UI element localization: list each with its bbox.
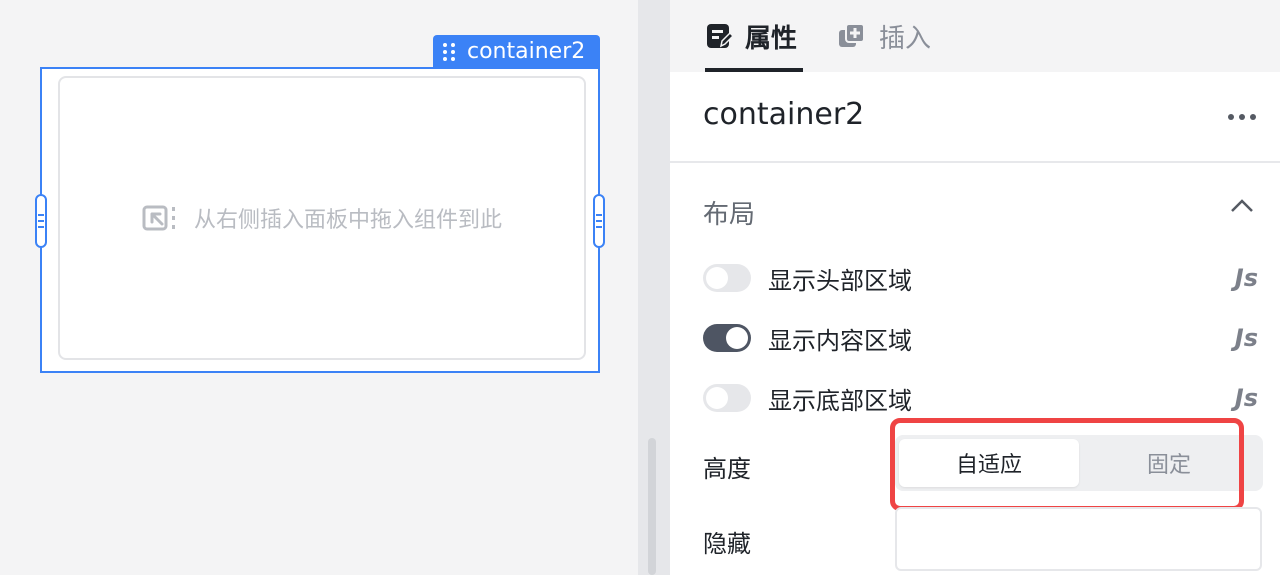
selected-container[interactable]: 从右侧插入面板中拖入组件到此 — [35, 67, 605, 373]
show-footer-label: 显示底部区域 — [768, 386, 912, 415]
panel-tabs: 属性 插入 — [670, 0, 1280, 72]
tab-insert-label: 插入 — [879, 23, 932, 54]
active-tab-indicator — [705, 68, 803, 72]
resize-handle-left[interactable] — [35, 194, 47, 248]
chevron-up-icon[interactable] — [1230, 198, 1254, 218]
empty-hint-text: 从右侧插入面板中拖入组件到此 — [193, 208, 502, 233]
js-binding-button[interactable]: Js — [1235, 264, 1258, 292]
panel-splitter[interactable] — [638, 0, 670, 575]
toggle-row-header: 显示头部区域 Js — [703, 258, 1258, 298]
more-options-icon[interactable] — [1228, 114, 1256, 120]
component-tag-label: container2 — [467, 39, 586, 64]
js-binding-button[interactable]: Js — [1235, 324, 1258, 352]
edit-properties-icon — [705, 22, 733, 50]
editor-canvas: container2 从右侧插入面板中拖入组件到此 — [0, 0, 638, 575]
height-label: 高度 — [703, 455, 751, 483]
section-title-layout: 布局 — [703, 200, 756, 230]
show-footer-toggle[interactable] — [703, 384, 751, 412]
toggle-row-footer: 显示底部区域 Js — [703, 378, 1258, 418]
resize-handle-right[interactable] — [593, 194, 605, 248]
toggle-row-content: 显示内容区域 Js — [703, 318, 1258, 358]
add-component-icon — [837, 22, 867, 50]
divider — [670, 161, 1280, 163]
component-tag[interactable]: container2 — [433, 35, 600, 68]
show-content-toggle[interactable] — [703, 324, 751, 352]
tab-properties[interactable]: 属性 — [705, 0, 797, 72]
empty-hint: 从右侧插入面板中拖入组件到此 — [142, 202, 502, 234]
scrollbar-thumb[interactable] — [648, 438, 656, 575]
property-panel: 属性 插入 container2 布局 显示头部区域 Js 显示内容区域 Js — [670, 0, 1280, 575]
tab-properties-label: 属性 — [745, 23, 798, 54]
show-header-toggle[interactable] — [703, 264, 751, 292]
hidden-label: 隐藏 — [703, 530, 751, 558]
tab-insert[interactable]: 插入 — [837, 0, 931, 72]
drag-handle-icon[interactable] — [443, 42, 455, 61]
hidden-expression-input[interactable] — [895, 507, 1262, 571]
show-content-label: 显示内容区域 — [768, 326, 912, 355]
show-header-label: 显示头部区域 — [768, 266, 912, 295]
container-drop-zone[interactable]: 从右侧插入面板中拖入组件到此 — [58, 76, 586, 360]
annotation-highlight — [890, 418, 1244, 511]
js-binding-button[interactable]: Js — [1235, 384, 1258, 412]
drag-in-icon — [142, 205, 175, 231]
component-name[interactable]: container2 — [703, 97, 864, 132]
